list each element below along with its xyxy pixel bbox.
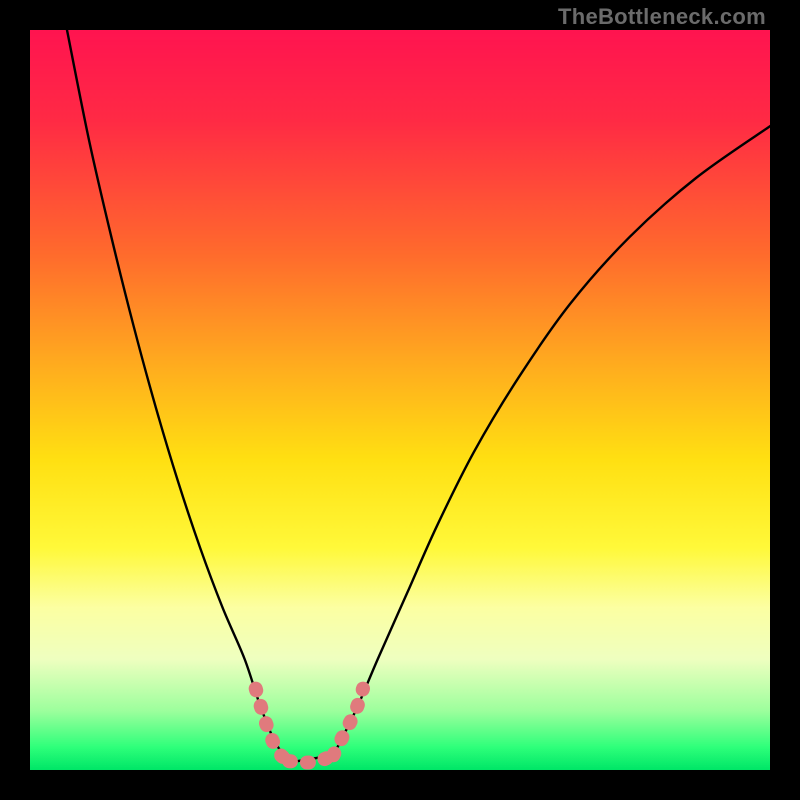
highlight-left-foot xyxy=(256,689,289,762)
right-curve xyxy=(333,126,770,755)
watermark-text: TheBottleneck.com xyxy=(558,4,766,30)
plot-area xyxy=(30,30,770,770)
chart-frame: TheBottleneck.com xyxy=(0,0,800,800)
left-curve xyxy=(67,30,289,763)
highlight-segments xyxy=(256,689,363,763)
curve-layer xyxy=(30,30,770,770)
